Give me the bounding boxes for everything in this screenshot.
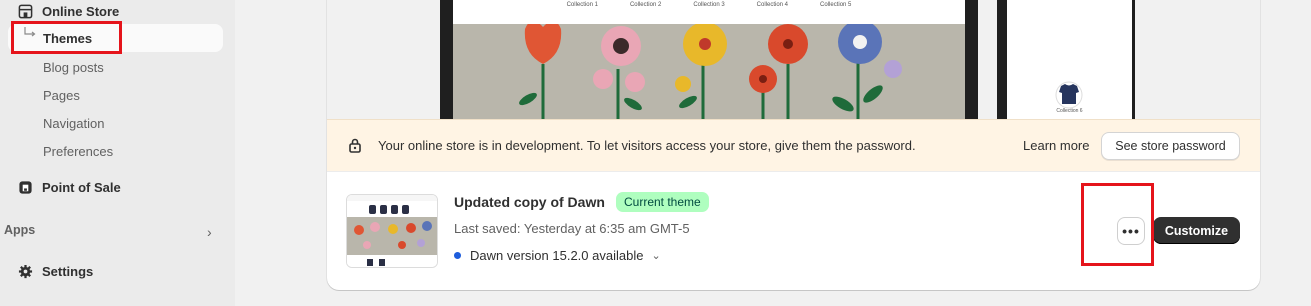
highlight-box-more-actions bbox=[1081, 183, 1154, 266]
sidebar-item-label: Online Store bbox=[42, 3, 120, 19]
mobile-preview-frame: Collection 6 bbox=[997, 0, 1135, 119]
sidebar-section-apps[interactable]: Apps bbox=[4, 222, 35, 238]
tshirt-image bbox=[1055, 81, 1083, 109]
sidebar-item-label: Point of Sale bbox=[42, 179, 121, 195]
sidebar: Online Store Themes Blog posts Pages Nav… bbox=[0, 0, 235, 306]
sidebar-item-online-store[interactable]: Online Store bbox=[17, 2, 119, 20]
sidebar-item-point-of-sale[interactable]: Point of Sale bbox=[17, 178, 121, 196]
banner-message: Your online store is in development. To … bbox=[378, 138, 916, 153]
mobile-caption: Collection 6 bbox=[1056, 108, 1083, 114]
mobile-preview-screen: Collection 6 bbox=[1007, 0, 1132, 119]
sidebar-item-preferences[interactable]: Preferences bbox=[43, 142, 113, 160]
apps-label: Apps bbox=[4, 223, 36, 237]
gear-icon bbox=[17, 263, 33, 279]
preview-menu-item: Collection 3 bbox=[693, 2, 725, 8]
version-available[interactable]: Dawn version 15.2.0 available ⌄ bbox=[454, 248, 661, 263]
version-text: Dawn version 15.2.0 available bbox=[470, 248, 644, 263]
sidebar-item-label: Settings bbox=[42, 263, 94, 279]
sidebar-item-settings[interactable]: Settings bbox=[17, 262, 93, 280]
preview-menu-item: Collection 5 bbox=[820, 2, 852, 8]
preview-menu-item: Collection 4 bbox=[756, 2, 789, 8]
desktop-preview-frame: Collection 1 Collection 2 Collection 3 C… bbox=[440, 0, 978, 119]
sidebar-item-label: Preferences bbox=[43, 143, 114, 159]
sidebar-item-blog-posts[interactable]: Blog posts bbox=[43, 58, 104, 76]
lock-icon bbox=[348, 138, 362, 156]
learn-more-link[interactable]: Learn more bbox=[1023, 138, 1089, 153]
theme-preview[interactable]: Collection 1 Collection 2 Collection 3 C… bbox=[327, 0, 1260, 119]
flower-illustration bbox=[453, 24, 965, 119]
desktop-preview-screen: Collection 1 Collection 2 Collection 3 C… bbox=[453, 0, 965, 119]
chevron-right-icon[interactable]: › bbox=[207, 224, 212, 240]
preview-menu-item: Collection 1 bbox=[566, 2, 598, 8]
theme-thumbnail[interactable] bbox=[346, 194, 438, 268]
point-of-sale-icon bbox=[17, 179, 33, 195]
sidebar-item-label: Navigation bbox=[43, 115, 105, 131]
sidebar-item-label: Pages bbox=[43, 87, 80, 103]
last-saved-text: Last saved: Yesterday at 6:35 am GMT-5 bbox=[454, 221, 690, 236]
sidebar-item-navigation[interactable]: Navigation bbox=[43, 114, 104, 132]
chevron-down-icon: ⌄ bbox=[651, 250, 661, 262]
store-icon bbox=[17, 3, 33, 19]
highlight-box-themes bbox=[11, 21, 122, 54]
sidebar-item-label: Blog posts bbox=[43, 59, 104, 75]
development-banner: Your online store is in development. To … bbox=[327, 119, 1260, 172]
preview-menu: Collection 1 Collection 2 Collection 3 C… bbox=[453, 0, 965, 24]
info-dot-icon bbox=[454, 252, 461, 259]
theme-name: Updated copy of Dawn bbox=[454, 194, 605, 210]
preview-menu-item: Collection 2 bbox=[629, 2, 662, 8]
current-theme-badge: Current theme bbox=[616, 192, 709, 212]
sidebar-item-pages[interactable]: Pages bbox=[43, 86, 80, 104]
customize-button[interactable]: Customize bbox=[1153, 217, 1240, 244]
see-store-password-button[interactable]: See store password bbox=[1101, 132, 1240, 160]
